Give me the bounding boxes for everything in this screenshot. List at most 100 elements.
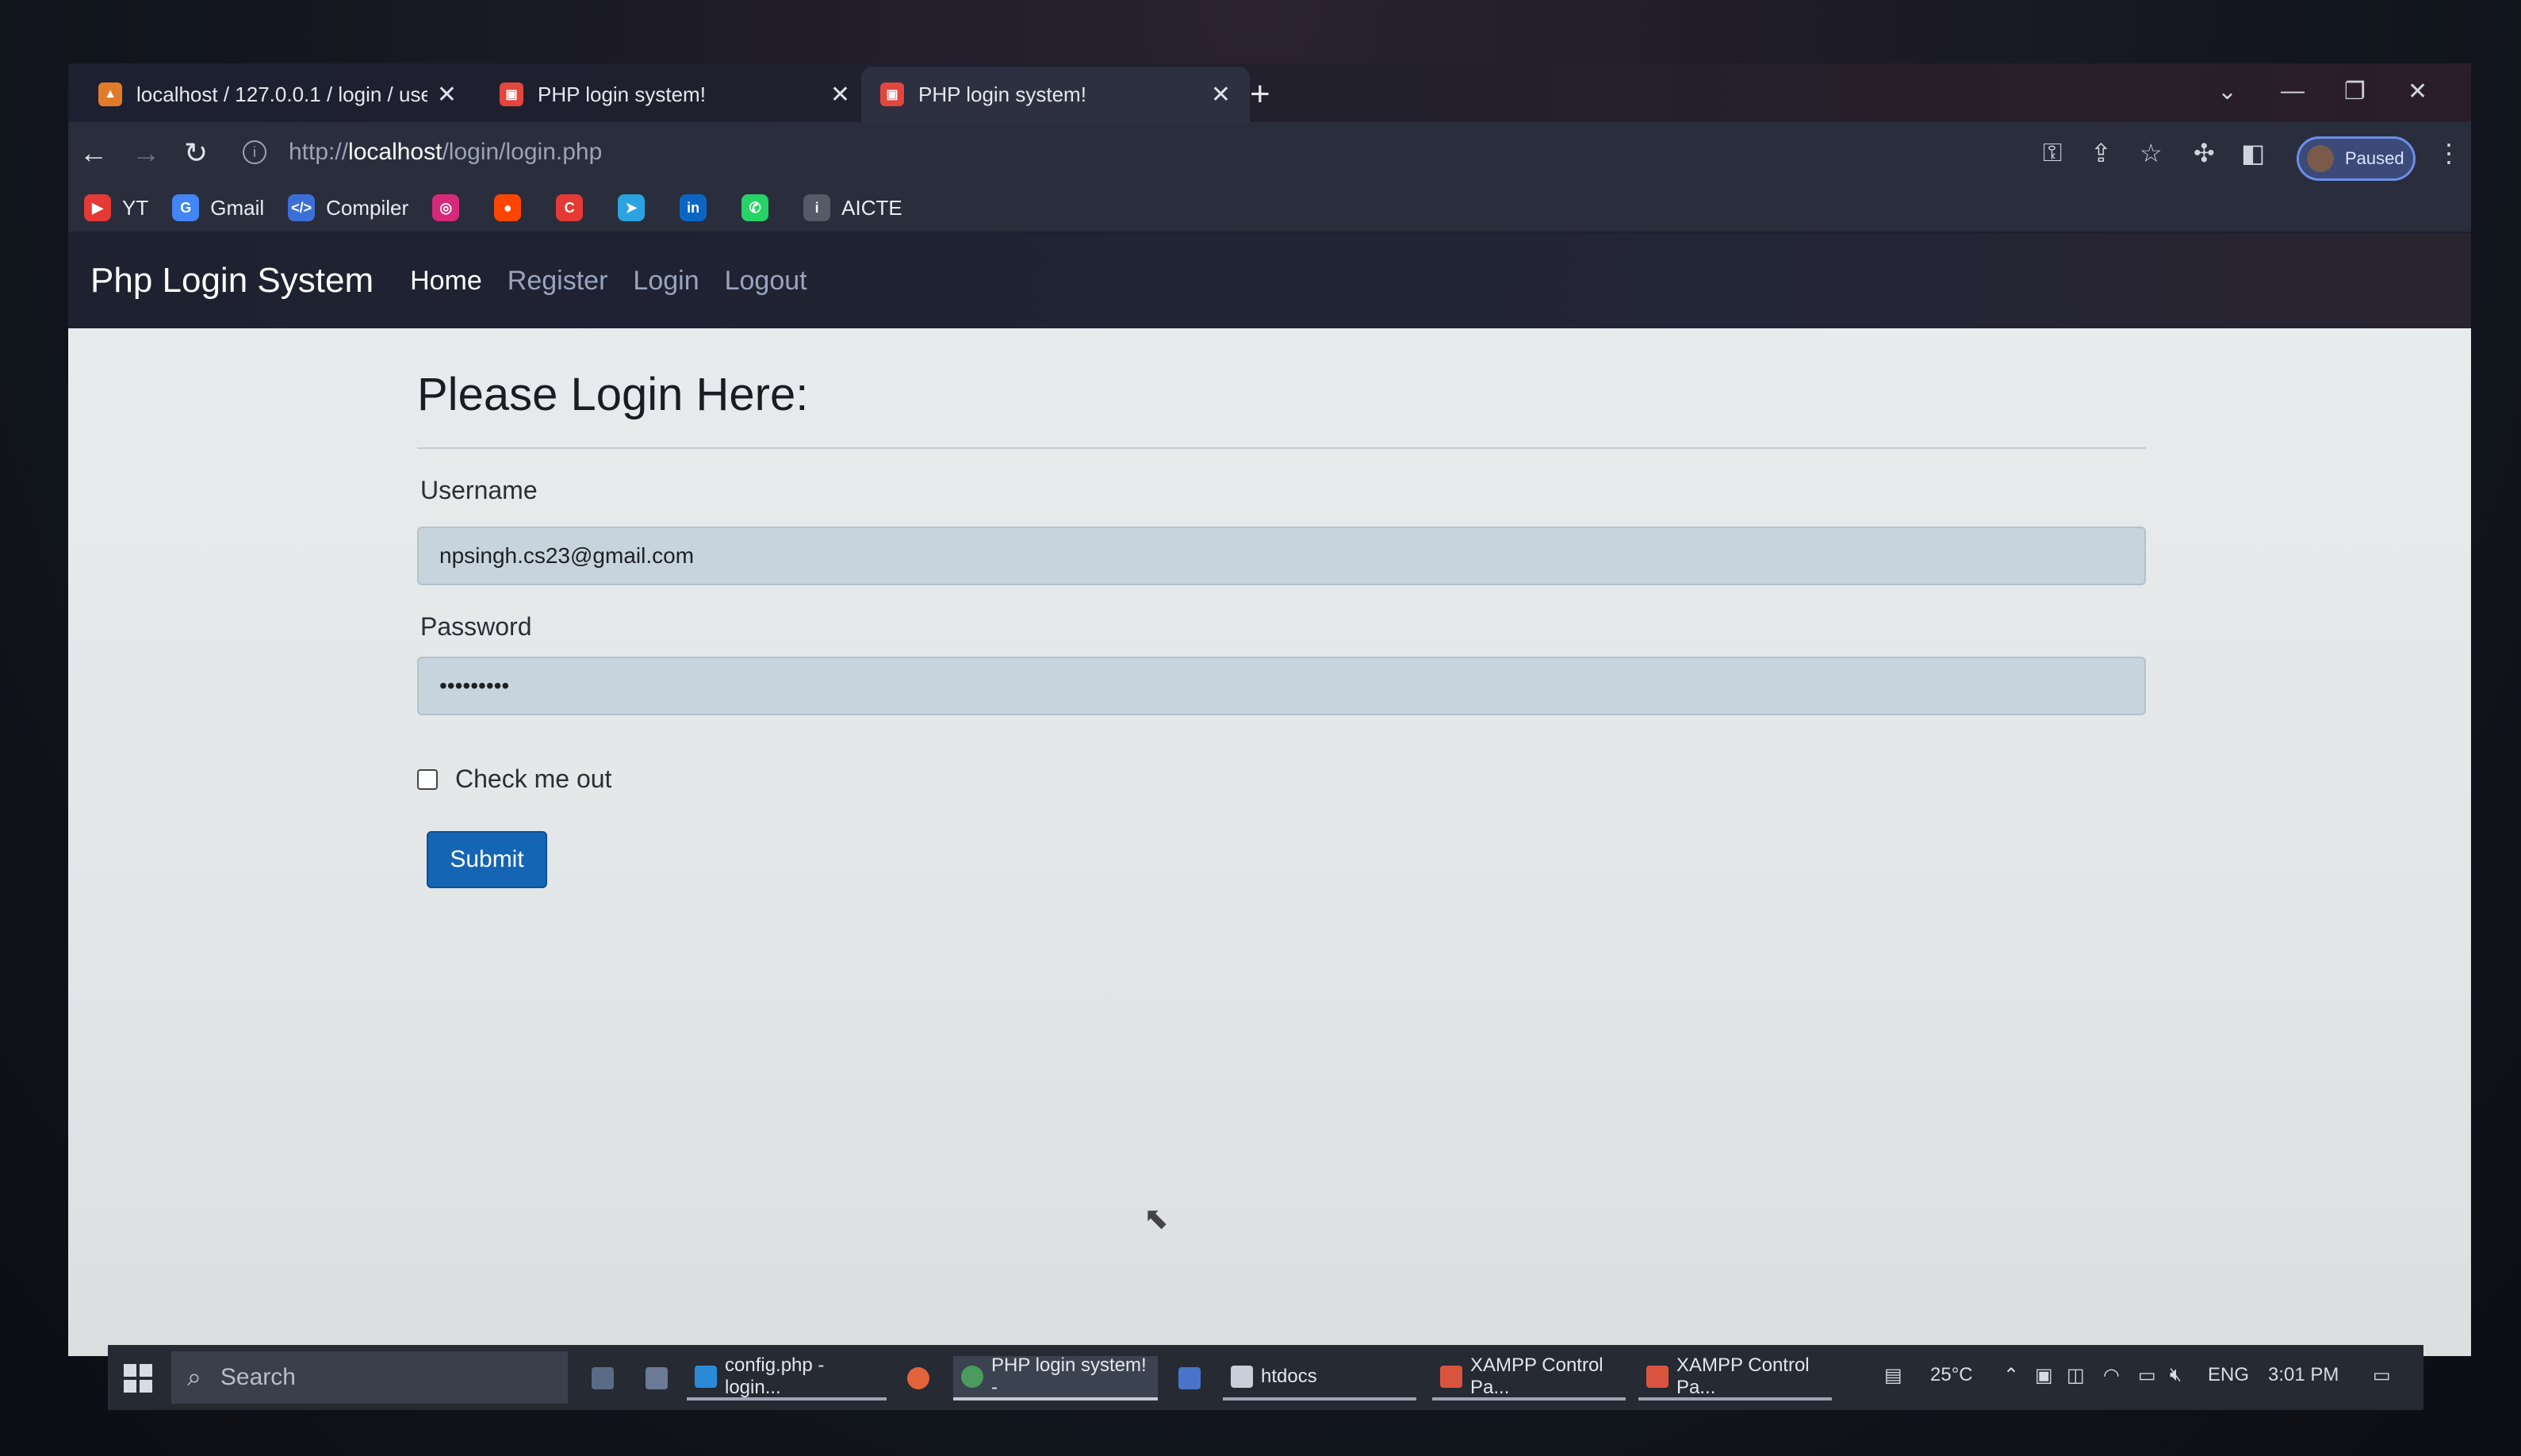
chevron-up-icon[interactable]: ⌃ — [2003, 1364, 2019, 1387]
back-icon[interactable]: ← — [79, 136, 108, 170]
instagram-icon: ◎ — [432, 194, 460, 221]
youtube-icon: ▶ — [84, 194, 111, 221]
site-brand[interactable]: Php Login System — [90, 261, 374, 301]
bookmark-item[interactable]: ➤ — [618, 194, 656, 221]
notifications-icon[interactable]: ▭ — [2373, 1364, 2391, 1387]
firefox-icon[interactable] — [899, 1356, 945, 1400]
avatar — [2307, 145, 2334, 172]
star-icon[interactable]: ☆ — [2140, 138, 2163, 168]
bookmark-item[interactable]: in — [680, 194, 718, 221]
tab-php-login-2[interactable]: ▣ PHP login system! ✕ — [861, 67, 1250, 122]
taskbar-item-label: htdocs — [1261, 1366, 1317, 1387]
minimize-icon[interactable]: — — [2281, 78, 2305, 105]
close-window-icon[interactable]: ✕ — [2408, 78, 2427, 105]
bookmark-item[interactable]: ◎ — [432, 194, 470, 221]
notes-app-icon[interactable] — [638, 1356, 684, 1400]
bookmark-label: YT — [122, 195, 149, 220]
clock[interactable]: 3:01 PM — [2268, 1364, 2339, 1386]
menu-icon[interactable]: ⋮ — [2436, 138, 2462, 168]
search-placeholder: Search — [220, 1364, 296, 1390]
info-icon: i — [803, 194, 831, 221]
code-icon: </> — [288, 194, 316, 221]
camera-app-icon[interactable] — [584, 1356, 630, 1400]
folder-icon — [1231, 1366, 1253, 1388]
extensions-icon[interactable]: ✣ — [2193, 138, 2215, 168]
url-prefix: http:// — [289, 139, 349, 165]
site-navbar: Php Login System Home Register Login Log… — [68, 233, 2471, 328]
bookmark-item[interactable]: i AICTE — [803, 194, 902, 221]
tab-php-login-1[interactable]: ▣ PHP login system! ✕ — [481, 67, 869, 122]
battery-icon[interactable]: ▭ — [2138, 1364, 2156, 1387]
tab-phpmyadmin[interactable]: ▲ localhost / 127.0.0.1 / login / use ✕ — [79, 67, 476, 122]
forward-icon[interactable]: → — [132, 136, 160, 170]
taskbar-item-xampp-1[interactable]: XAMPP Control Pa... — [1432, 1354, 1626, 1400]
wifi-icon[interactable]: ◠ — [2103, 1364, 2120, 1387]
profile-label: Paused — [2345, 148, 2404, 168]
username-label: Username — [420, 476, 538, 504]
weather-icon[interactable]: ▤ — [1884, 1364, 1902, 1387]
address-bar[interactable]: i http://localhost/login/login.php — [243, 130, 2067, 174]
url-path: /login/login.php — [442, 139, 603, 165]
check-me-out-checkbox[interactable] — [417, 768, 438, 790]
chrome-icon — [961, 1366, 983, 1388]
nav-home[interactable]: Home — [410, 266, 482, 297]
network-icon[interactable]: ◫ — [2067, 1364, 2085, 1387]
taskbar-item-htdocs[interactable]: htdocs — [1223, 1356, 1416, 1400]
bookmark-label: Compiler — [326, 195, 409, 220]
weather-temp[interactable]: 25°C — [1930, 1364, 1973, 1386]
side-panel-icon[interactable]: ◧ — [2241, 138, 2265, 168]
tray-icon[interactable]: ▣ — [2035, 1364, 2053, 1387]
reddit-icon: ● — [494, 194, 522, 221]
windows-start-icon[interactable] — [124, 1364, 152, 1393]
xampp-icon: ▣ — [880, 82, 904, 106]
bookmark-item[interactable]: G Gmail — [172, 194, 264, 221]
bookmark-item[interactable]: ● — [494, 194, 532, 221]
bookmark-item[interactable]: </> Compiler — [288, 194, 408, 221]
app-icon: C — [556, 194, 584, 221]
taskbar-item-xampp-2[interactable]: XAMPP Control Pa... — [1638, 1354, 1832, 1400]
reload-icon[interactable]: ↻ — [184, 136, 208, 170]
tab-title: PHP login system! — [538, 82, 706, 106]
browser-toolbar: ← → ↻ i http://localhost/login/login.php… — [68, 122, 2471, 184]
remember-checkbox-row[interactable]: Check me out — [417, 764, 611, 794]
info-icon[interactable]: i — [243, 140, 266, 164]
mute-icon[interactable]: 🔇︎ — [2170, 1364, 2182, 1386]
xampp-icon — [1646, 1366, 1669, 1388]
nav-login[interactable]: Login — [633, 266, 699, 297]
new-tab-icon[interactable]: + — [1250, 75, 1270, 114]
bookmark-item[interactable]: ✆ — [741, 194, 780, 221]
linkedin-icon: in — [680, 194, 707, 221]
app-icon[interactable] — [1170, 1356, 1216, 1400]
bookmark-label: AICTE — [841, 195, 902, 220]
mouse-cursor-icon: ⬉ — [1144, 1202, 1169, 1236]
monitor-frame: ▲ localhost / 127.0.0.1 / login / use ✕ … — [0, 0, 2521, 1456]
username-input[interactable]: npsingh.cs23@gmail.com — [417, 527, 2146, 585]
url-host: localhost — [348, 139, 443, 165]
bookmark-item[interactable]: ▶ YT — [84, 194, 148, 221]
nav-register[interactable]: Register — [508, 266, 608, 297]
taskbar-item-chrome[interactable]: PHP login system! - — [953, 1354, 1158, 1400]
key-icon[interactable]: ⚿ — [2043, 138, 2062, 168]
share-icon[interactable]: ⇪ — [2090, 138, 2112, 168]
language-indicator[interactable]: ENG — [2208, 1364, 2249, 1386]
taskbar-search[interactable]: ⌕ Search — [171, 1351, 568, 1404]
restore-icon[interactable]: ❐ — [2344, 78, 2366, 105]
tab-title: localhost / 127.0.0.1 / login / use — [136, 82, 427, 106]
browser-window: ▲ localhost / 127.0.0.1 / login / use ✕ … — [68, 63, 2471, 1356]
bookmark-item[interactable]: C — [556, 194, 594, 221]
close-icon[interactable]: ✕ — [830, 81, 850, 109]
checkbox-label[interactable]: Check me out — [455, 764, 611, 794]
close-icon[interactable]: ✕ — [1211, 81, 1231, 109]
profile-button[interactable]: Paused — [2297, 136, 2416, 181]
nav-logout[interactable]: Logout — [725, 266, 807, 297]
search-icon: ⌕ — [187, 1362, 201, 1391]
taskbar-item-label: XAMPP Control Pa... — [1676, 1354, 1810, 1398]
page-content: Please Login Here: Username npsingh.cs23… — [68, 328, 2471, 1356]
close-icon[interactable]: ✕ — [437, 81, 457, 109]
taskbar-item-label: config.php - login... — [725, 1354, 825, 1398]
password-input[interactable]: ••••••••• — [417, 657, 2146, 715]
submit-button[interactable]: Submit — [427, 831, 547, 888]
password-label: Password — [420, 612, 532, 641]
tab-search-icon[interactable]: ⌄ — [2217, 78, 2237, 105]
taskbar-item-vscode[interactable]: config.php - login... — [687, 1354, 887, 1400]
